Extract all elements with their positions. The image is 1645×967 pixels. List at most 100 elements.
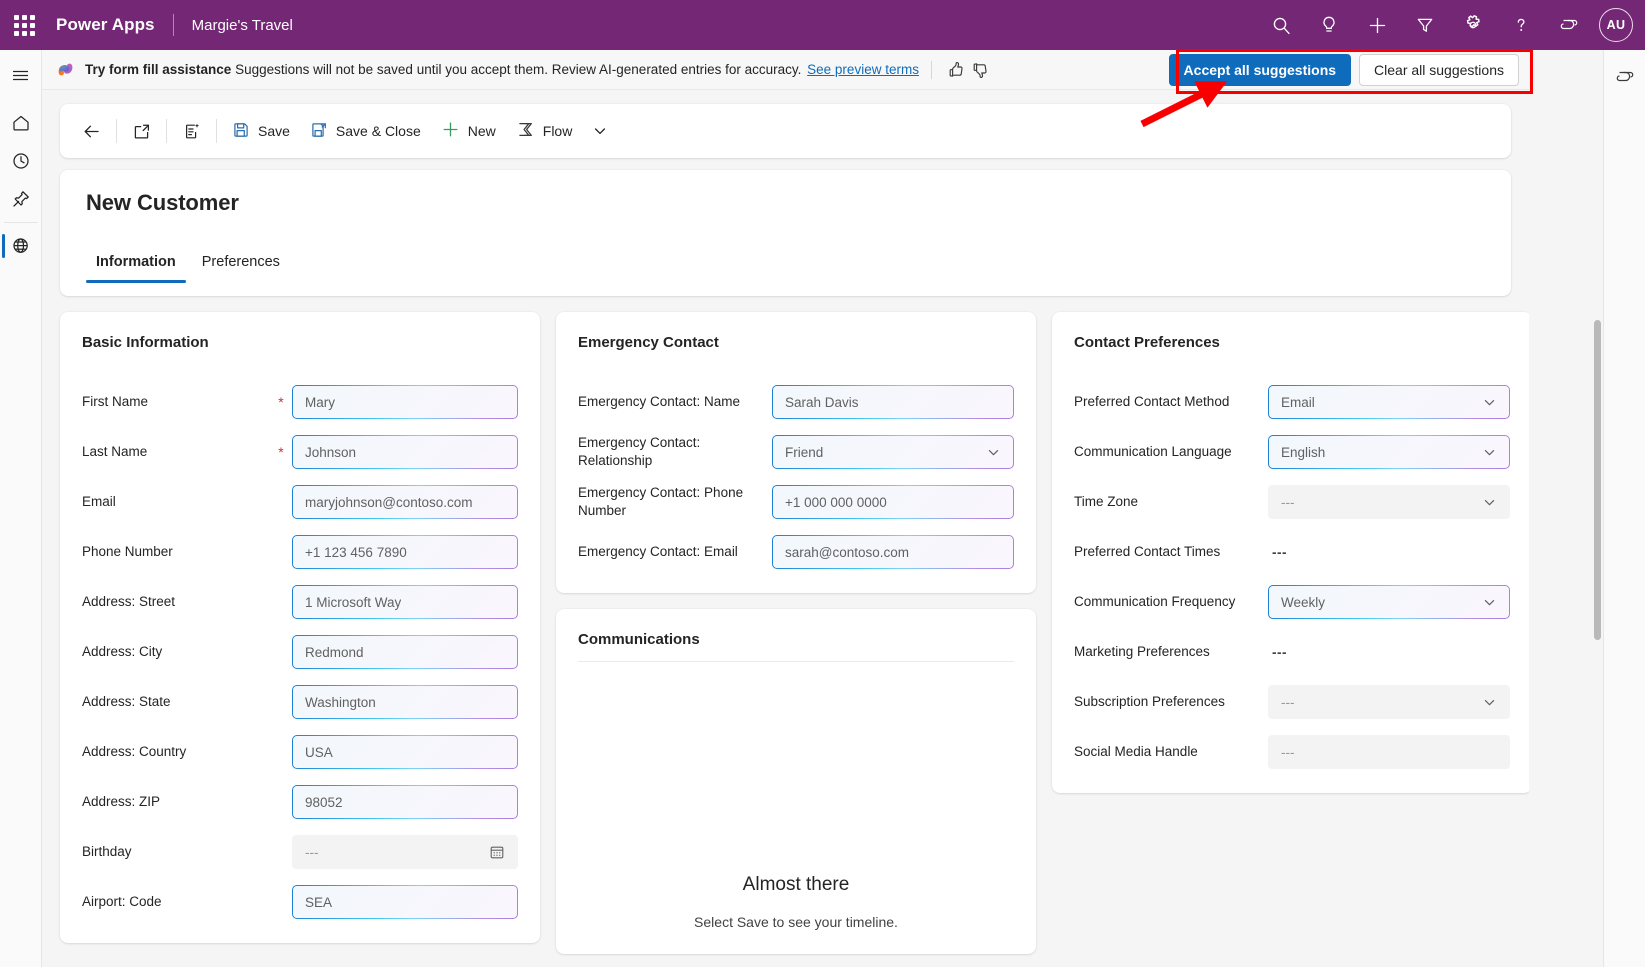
field-label: Airport: Code xyxy=(82,893,270,911)
new-label: New xyxy=(468,123,496,139)
first-name-input[interactable]: Mary xyxy=(292,385,518,419)
emergency-contact-phone-input[interactable]: +1 000 000 0000 xyxy=(772,485,1014,519)
calendar-icon[interactable] xyxy=(489,844,505,860)
address-state-input[interactable]: Washington xyxy=(292,685,518,719)
plus-icon xyxy=(441,120,460,142)
top-app-bar: Power Apps Margie's Travel xyxy=(0,0,1645,50)
communication-frequency-select[interactable]: Weekly xyxy=(1268,585,1510,619)
address-street-input[interactable]: 1 Microsoft Way xyxy=(292,585,518,619)
banner-title: Try form fill assistance xyxy=(85,62,231,77)
hamburger-icon[interactable] xyxy=(0,56,42,94)
field-row-last-name: Last Name * Johnson xyxy=(82,427,518,477)
emergency-contact-relationship-select[interactable]: Friend xyxy=(772,435,1014,469)
preferred-contact-method-select[interactable]: Email xyxy=(1268,385,1510,419)
field-label: Phone Number xyxy=(82,543,270,561)
field-row-address-zip: Address: ZIP 98052 xyxy=(82,777,518,827)
sidebar-item-home[interactable] xyxy=(0,104,42,142)
save-and-close-button[interactable]: Save & Close xyxy=(300,112,431,150)
preferred-contact-times-value[interactable]: --- xyxy=(1268,545,1510,560)
copilot-icon[interactable] xyxy=(1545,0,1593,50)
popout-icon[interactable] xyxy=(122,112,161,150)
gear-icon[interactable] xyxy=(1449,0,1497,50)
tab-preferences[interactable]: Preferences xyxy=(192,248,290,283)
avatar[interactable]: AU xyxy=(1599,8,1633,42)
copilot-icon[interactable] xyxy=(1604,56,1645,98)
field-value: Redmond xyxy=(305,645,364,660)
time-zone-select[interactable]: --- xyxy=(1268,485,1510,519)
scrollbar-thumb[interactable] xyxy=(1594,320,1601,640)
field-row-communication-frequency: Communication Frequency Weekly xyxy=(1074,577,1510,627)
plus-icon[interactable] xyxy=(1353,0,1401,50)
phone-number-input[interactable]: +1 123 456 7890 xyxy=(292,535,518,569)
field-value: maryjohnson@contoso.com xyxy=(305,495,473,510)
field-value: --- xyxy=(305,845,319,860)
vertical-scrollbar[interactable] xyxy=(1594,320,1601,960)
chevron-down-icon[interactable] xyxy=(1482,595,1497,610)
tab-information[interactable]: Information xyxy=(86,248,186,283)
thumbs-down-icon[interactable] xyxy=(968,58,992,82)
banner-message: Try form fill assistance Suggestions wil… xyxy=(85,62,919,77)
main-content: Save Save & Close New xyxy=(42,90,1529,967)
address-city-input[interactable]: Redmond xyxy=(292,635,518,669)
clear-all-suggestions-button[interactable]: Clear all suggestions xyxy=(1359,54,1519,86)
waffle-icon xyxy=(14,15,35,36)
address-country-input[interactable]: USA xyxy=(292,735,518,769)
sidebar-item-pinned[interactable] xyxy=(0,180,42,218)
form-header: New Customer Information Preferences xyxy=(60,170,1511,296)
marketing-preferences-value[interactable]: --- xyxy=(1268,645,1510,660)
brand-title[interactable]: Power Apps xyxy=(56,15,155,35)
filter-icon[interactable] xyxy=(1401,0,1449,50)
field-value: Friend xyxy=(785,445,823,460)
brand-divider xyxy=(173,14,174,36)
chevron-down-icon[interactable] xyxy=(1482,695,1497,710)
field-label: Emergency Contact: Relationship xyxy=(578,434,766,470)
lightbulb-icon[interactable] xyxy=(1305,0,1353,50)
banner-body: Suggestions will not be saved until you … xyxy=(235,62,801,77)
field-value: +1 123 456 7890 xyxy=(305,545,407,560)
sidebar-item-recent[interactable] xyxy=(0,142,42,180)
field-label: Marketing Preferences xyxy=(1074,643,1262,661)
flow-label: Flow xyxy=(543,123,573,139)
birthday-input[interactable]: --- xyxy=(292,835,518,869)
search-icon[interactable] xyxy=(1257,0,1305,50)
field-value: --- xyxy=(1281,695,1295,710)
field-row-emergency-phone: Emergency Contact: Phone Number +1 000 0… xyxy=(578,477,1014,527)
save-button[interactable]: Save xyxy=(222,112,300,150)
command-divider xyxy=(216,119,217,143)
back-arrow-icon[interactable] xyxy=(72,112,111,150)
top-bar-actions: AU xyxy=(1257,0,1645,50)
emergency-contact-email-input[interactable]: sarah@contoso.com xyxy=(772,535,1014,569)
chevron-down-icon[interactable] xyxy=(1482,445,1497,460)
section-title: Emergency Contact xyxy=(578,334,1014,351)
emergency-contact-name-input[interactable]: Sarah Davis xyxy=(772,385,1014,419)
field-label: Address: State xyxy=(82,693,270,711)
new-button[interactable]: New xyxy=(431,112,506,150)
section-communications: Communications Almost there Select Save … xyxy=(556,609,1036,954)
sidebar-item-customers[interactable] xyxy=(0,227,42,265)
chevron-down-icon[interactable] xyxy=(986,445,1001,460)
thumbs-up-icon[interactable] xyxy=(944,58,968,82)
chevron-down-icon[interactable] xyxy=(1482,395,1497,410)
preview-terms-link[interactable]: See preview terms xyxy=(807,62,919,77)
command-bar: Save Save & Close New xyxy=(60,104,1511,158)
chevron-down-icon[interactable] xyxy=(582,112,618,150)
field-row-address-street: Address: Street 1 Microsoft Way xyxy=(82,577,518,627)
accept-all-suggestions-button[interactable]: Accept all suggestions xyxy=(1169,54,1351,86)
address-zip-input[interactable]: 98052 xyxy=(292,785,518,819)
field-row-emergency-relationship: Emergency Contact: Relationship Friend xyxy=(578,427,1014,477)
last-name-input[interactable]: Johnson xyxy=(292,435,518,469)
chevron-down-icon[interactable] xyxy=(1482,495,1497,510)
help-icon[interactable] xyxy=(1497,0,1545,50)
email-input[interactable]: maryjohnson@contoso.com xyxy=(292,485,518,519)
airport-code-input[interactable]: SEA xyxy=(292,885,518,919)
field-value: Mary xyxy=(305,395,335,410)
social-media-handle-input[interactable]: --- xyxy=(1268,735,1510,769)
field-label: Address: Country xyxy=(82,743,270,761)
form-fill-assist-icon[interactable] xyxy=(172,112,211,150)
column-emergency-and-communications: Emergency Contact Emergency Contact: Nam… xyxy=(556,312,1036,954)
communication-language-select[interactable]: English xyxy=(1268,435,1510,469)
app-launcher-button[interactable] xyxy=(0,0,48,50)
subscription-preferences-select[interactable]: --- xyxy=(1268,685,1510,719)
flow-button[interactable]: Flow xyxy=(506,112,583,150)
environment-name[interactable]: Margie's Travel xyxy=(192,17,293,34)
